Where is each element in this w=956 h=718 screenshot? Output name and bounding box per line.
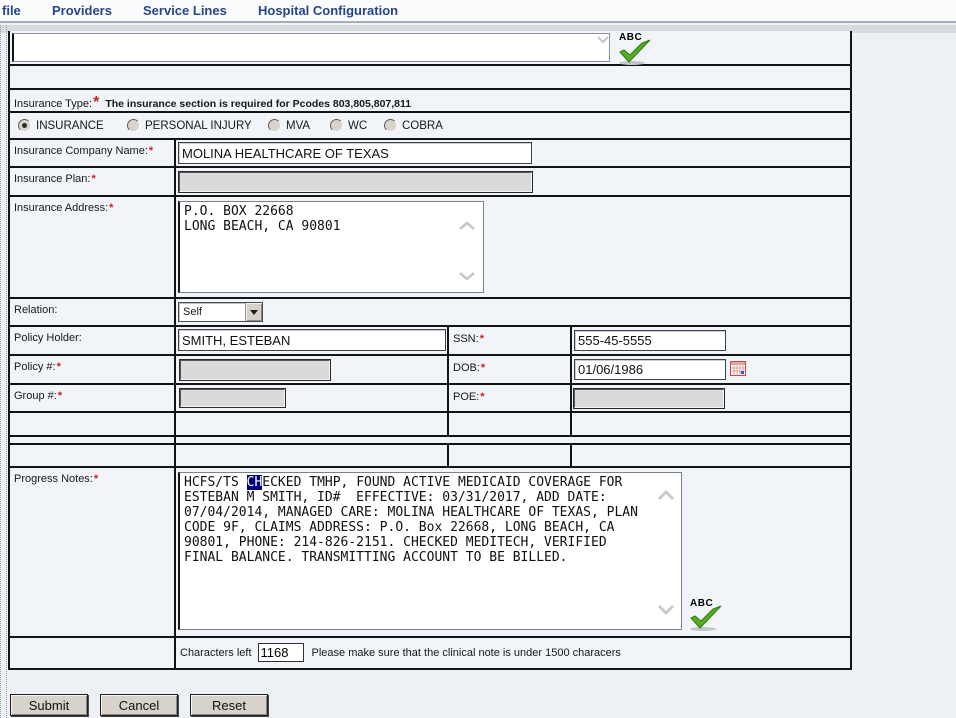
radio-label: WC (348, 120, 367, 132)
insurance-plan-row: Insurance Plan:* (10, 168, 850, 197)
radio-personal-injury[interactable]: PERSONAL INJURY (127, 119, 252, 132)
spellcheck-check-icon (688, 605, 726, 631)
group-number-label: Group #: (14, 390, 57, 402)
relation-row: Relation: Self (10, 299, 850, 327)
radio-button[interactable] (127, 119, 140, 132)
company-name-input[interactable] (178, 142, 532, 164)
insurance-type-options-row: INSURANCE PERSONAL INJURY MVA WC COBRA (10, 113, 850, 140)
insurance-type-note: The insurance section is required for Pc… (105, 98, 411, 110)
required-asterisk: * (94, 473, 98, 485)
group-number-row: Group #:* POE:* (10, 385, 850, 413)
clinical-note-warning: Please make sure that the clinical note … (312, 647, 621, 659)
radio-label: COBRA (402, 120, 443, 132)
insurance-plan-label: Insurance Plan: (14, 173, 90, 185)
abc-spellcheck-button[interactable]: ABC (617, 32, 655, 64)
poe-input-disabled (574, 389, 724, 408)
radio-wc[interactable]: WC (330, 119, 367, 132)
relation-label: Relation: (14, 304, 57, 316)
characters-left-input[interactable] (258, 643, 304, 662)
form-actions: Submit Cancel Reset (10, 694, 280, 716)
chevron-up-icon[interactable] (656, 490, 676, 501)
radio-label: INSURANCE (36, 120, 104, 132)
required-asterisk: * (93, 94, 99, 111)
required-asterisk: * (149, 145, 153, 157)
nav-item-file[interactable]: file (2, 3, 21, 18)
ssn-input[interactable] (574, 330, 726, 351)
policy-holder-label: Policy Holder: (14, 332, 82, 344)
required-asterisk: * (109, 202, 113, 214)
top-textarea-row: ABC (10, 31, 850, 66)
radio-insurance[interactable]: INSURANCE (18, 119, 104, 132)
chevron-down-icon[interactable] (656, 604, 676, 615)
notes-text-selection: CH (247, 475, 263, 490)
insurance-type-header-row: Insurance Type:* The insurance section is… (10, 90, 850, 113)
characters-left-label: Characters left (180, 647, 252, 659)
submit-button[interactable]: Submit (10, 694, 88, 716)
ssn-label: SSN: (453, 333, 479, 345)
dob-input[interactable] (574, 359, 726, 380)
characters-left-row: Characters left Please make sure that th… (10, 638, 850, 670)
company-name-label: Insurance Company Name: (14, 145, 148, 157)
notes-text: HCFS/TS (184, 475, 247, 490)
dob-label: DOB: (453, 362, 480, 374)
required-asterisk: * (480, 391, 484, 403)
empty-row (10, 445, 850, 468)
insurance-address-label: Insurance Address: (14, 202, 108, 214)
progress-notes-row: Progress Notes:* HCFS/TS CHECKED TMHP, F… (10, 468, 850, 638)
insurance-form-table: ABC Insurance Type:*The insurance sectio… (8, 31, 852, 670)
relation-selected-value: Self (179, 303, 245, 321)
dropdown-arrow-icon (250, 310, 258, 315)
radio-button-selected[interactable] (18, 119, 31, 132)
insurance-type-label: Insurance Type: (14, 98, 92, 110)
page-left-edge (0, 25, 7, 718)
radio-label: PERSONAL INJURY (145, 120, 252, 132)
policy-holder-row: Policy Holder: SSN:* (10, 327, 850, 356)
radio-button[interactable] (268, 119, 281, 132)
nav-item-service-lines[interactable]: Service Lines (143, 3, 227, 18)
spellcheck-check-icon (617, 39, 655, 65)
policy-holder-input[interactable] (178, 329, 446, 351)
calendar-icon[interactable] (730, 361, 746, 376)
chevron-down-icon[interactable] (596, 36, 610, 44)
policy-number-row: Policy #:* DOB:* (10, 356, 850, 385)
top-nav: file Providers Service Lines Hospital Co… (0, 0, 956, 23)
progress-notes-textarea[interactable]: HCFS/TS CHECKED TMHP, FOUND ACTIVE MEDIC… (178, 472, 682, 630)
insurance-address-row: Insurance Address:* P.O. BOX 22668 LONG … (10, 197, 850, 299)
radio-button[interactable] (330, 119, 343, 132)
policy-number-input-disabled (180, 360, 330, 380)
radio-label: MVA (286, 120, 310, 132)
insurance-plan-input-disabled (179, 172, 532, 192)
radio-mva[interactable]: MVA (268, 119, 310, 132)
relation-select[interactable]: Self (178, 302, 263, 322)
radio-button[interactable] (384, 119, 397, 132)
insurance-address-textarea[interactable]: P.O. BOX 22668 LONG BEACH, CA 90801 (178, 201, 484, 293)
spacer-row (10, 437, 850, 445)
poe-label: POE: (453, 391, 479, 403)
policy-number-label: Policy #: (14, 361, 56, 373)
required-asterisk: * (91, 173, 95, 185)
cancel-button[interactable]: Cancel (100, 694, 178, 716)
required-asterisk: * (57, 361, 61, 373)
required-asterisk: * (58, 390, 62, 402)
reset-button[interactable]: Reset (190, 694, 268, 716)
chevron-down-icon[interactable] (458, 271, 476, 281)
chevron-up-icon[interactable] (458, 221, 476, 231)
progress-notes-label: Progress Notes: (14, 473, 93, 485)
empty-row (10, 413, 850, 437)
nav-item-hospital-configuration[interactable]: Hospital Configuration (258, 3, 398, 18)
empty-row (10, 66, 850, 90)
group-number-input-disabled (180, 389, 285, 407)
required-asterisk: * (480, 333, 484, 345)
radio-cobra[interactable]: COBRA (384, 119, 443, 132)
top-textarea[interactable] (12, 33, 610, 62)
select-dropdown-button[interactable] (245, 303, 262, 321)
nav-item-providers[interactable]: Providers (52, 3, 112, 18)
company-name-row: Insurance Company Name:* (10, 140, 850, 168)
required-asterisk: * (481, 362, 485, 374)
abc-spellcheck-button[interactable]: ABC (688, 598, 726, 630)
